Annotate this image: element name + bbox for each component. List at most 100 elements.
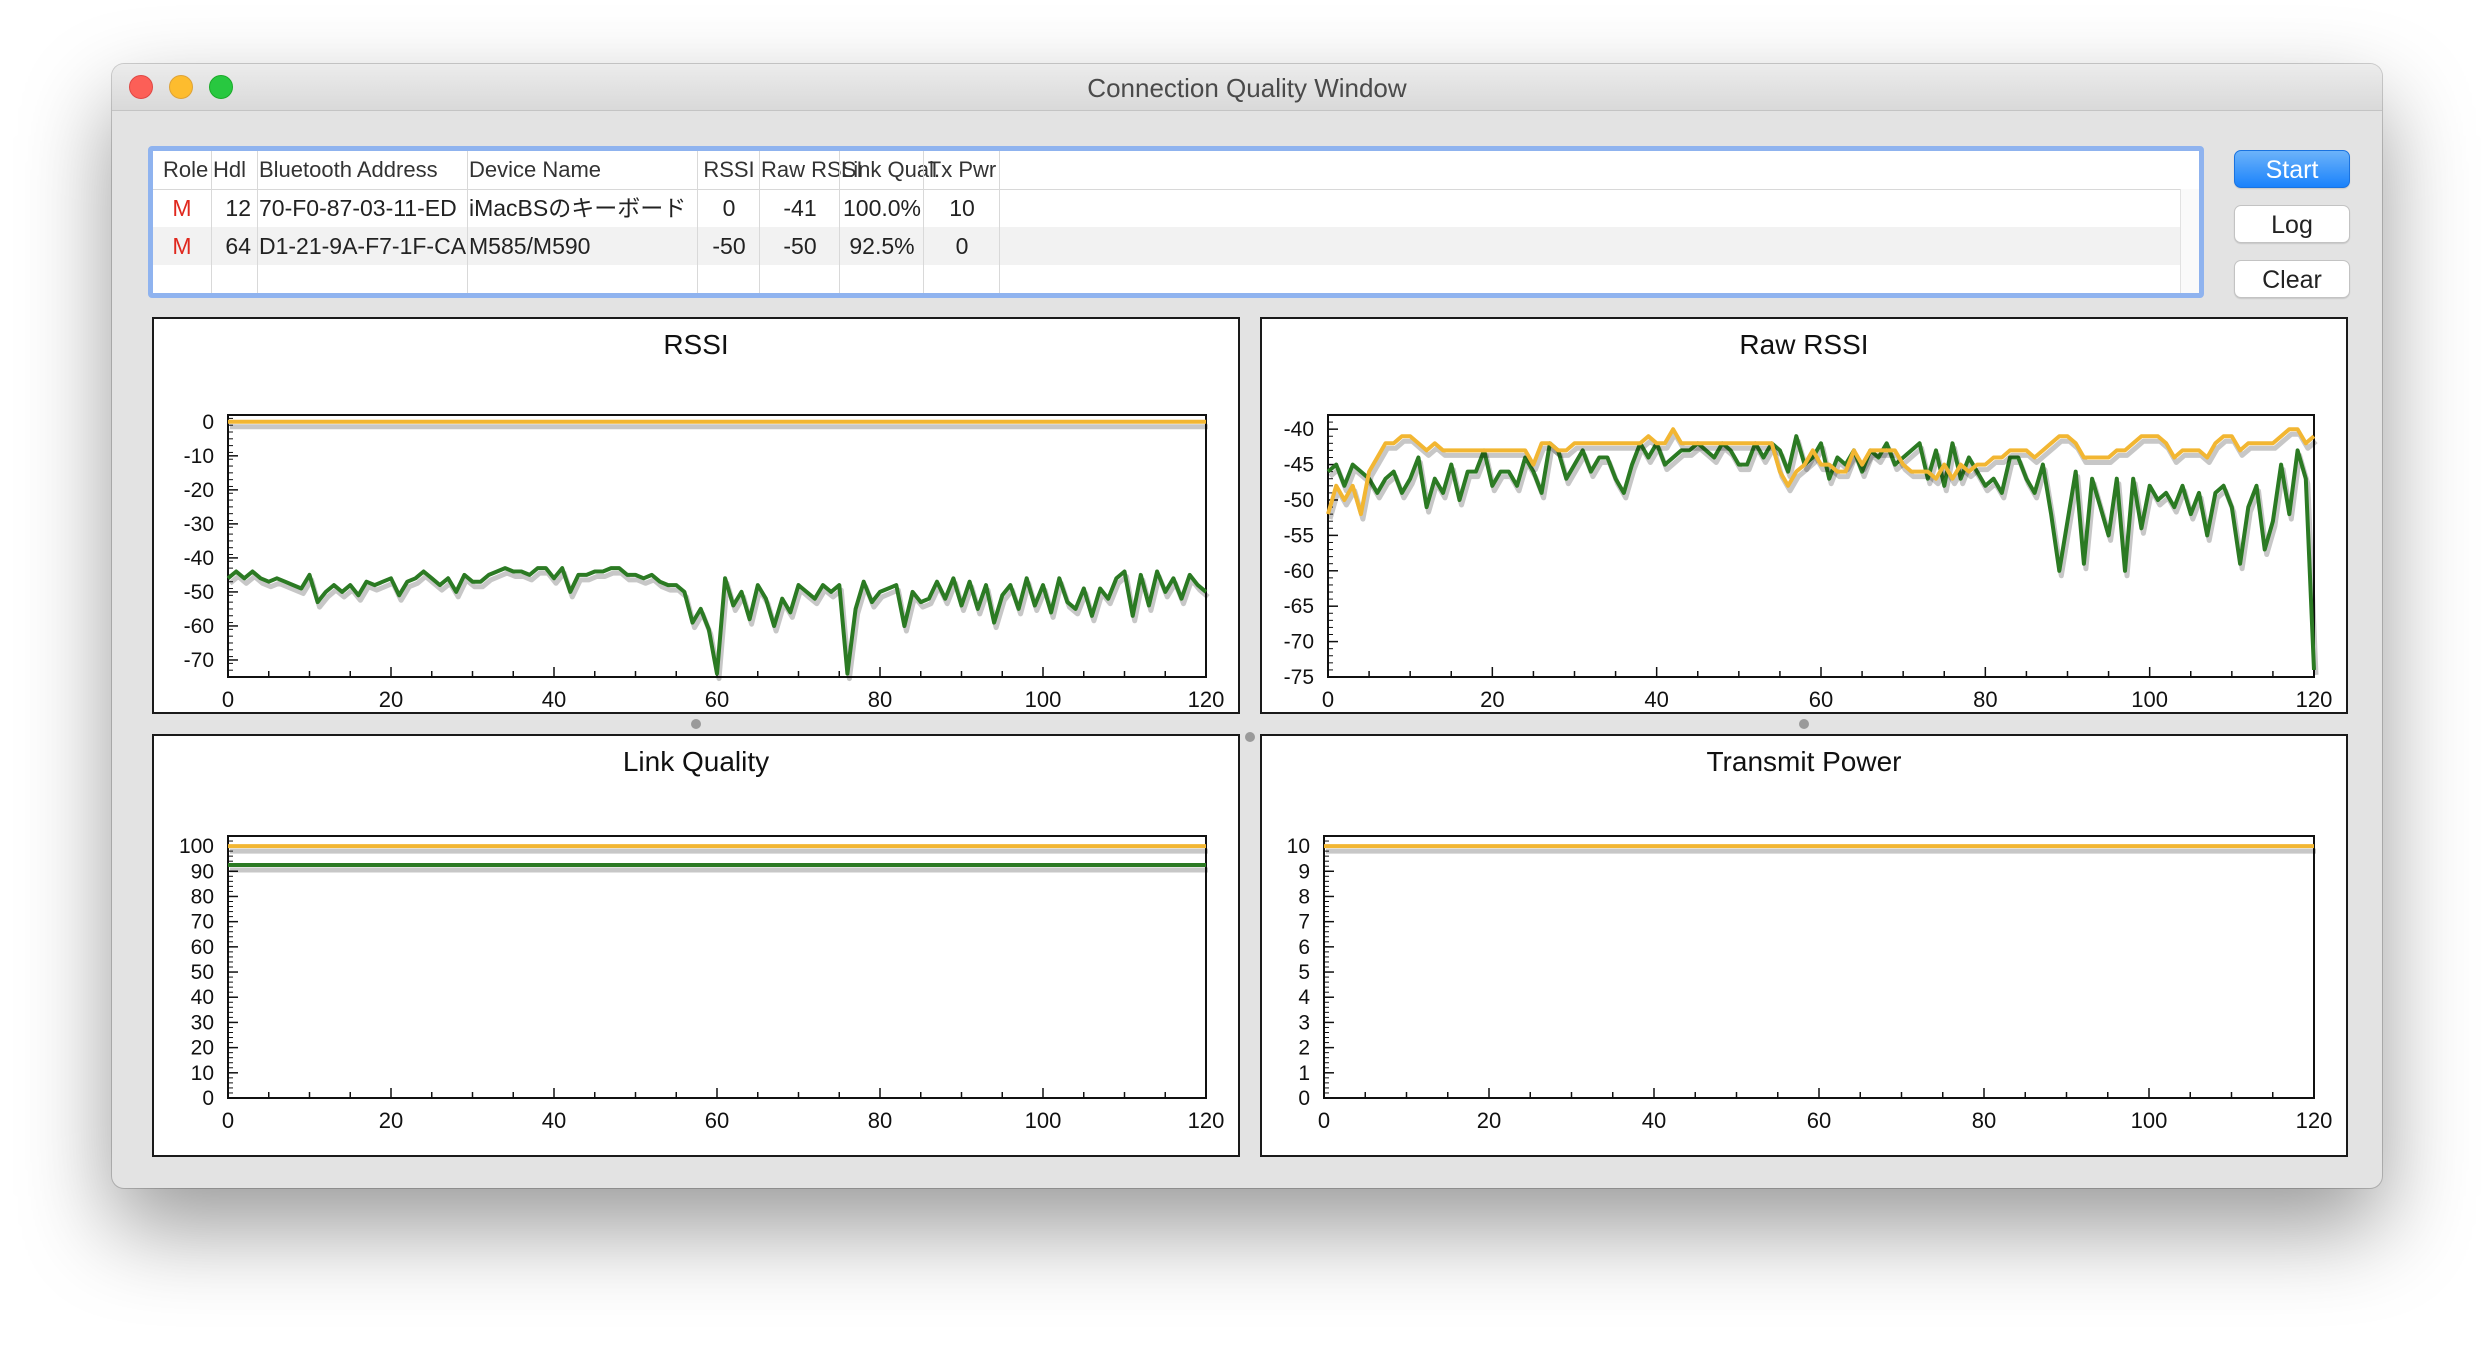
column-header-hdl[interactable]: Hdl: [213, 151, 246, 189]
rssi-cell: 0: [722, 195, 736, 221]
y-tick-label: -30: [184, 513, 214, 536]
x-tick-label: 100: [1025, 1108, 1062, 1133]
x-tick-label: 0: [1318, 1108, 1330, 1133]
column-header-bluetooth-address[interactable]: Bluetooth Address: [259, 151, 438, 189]
y-tick-label: 50: [191, 961, 214, 984]
x-tick-label: 100: [2131, 1108, 2168, 1133]
split-view-handle[interactable]: [1245, 732, 1255, 742]
raw-rssi-chart: 0 20 40 60 80 100 120 -40 -45 -50 -55 -60 -65 -70 -75: [1284, 414, 2333, 712]
handle-cell: 64: [225, 233, 251, 259]
transmit-power-chart-panel: Transmit Power 0 20 40 60 80 100 120 10 9 8 7 6 5 4 3 2…: [1260, 734, 2348, 1157]
column-header-raw-rssi[interactable]: Raw RSSI: [761, 151, 862, 189]
y-tick-label: -65: [1284, 595, 1314, 618]
y-tick-label: -55: [1284, 524, 1314, 547]
x-tick-label: 0: [1322, 687, 1334, 712]
y-tick-label: 100: [179, 835, 214, 858]
split-view-handle[interactable]: [691, 719, 701, 729]
column-divider: [697, 151, 698, 293]
raw-rssi-chart-panel: Raw RSSI 0 20 40 60 80 100 120 -40 -45 -50 -55 -60-…: [1260, 317, 2348, 714]
y-tick-label: 0: [202, 411, 214, 434]
y-tick-label: 60: [191, 936, 214, 959]
x-tick-label: 60: [1807, 1108, 1831, 1133]
x-tick-label: 20: [1477, 1108, 1501, 1133]
rssi-chart: 0 20 40 60 80 100 120 0 -10 -20 -30 -40 -50 -60 -70: [184, 411, 1225, 712]
y-tick-label: 2: [1298, 1037, 1310, 1060]
table-scrollbar[interactable]: [2180, 189, 2199, 293]
column-header-link-quality[interactable]: Link Qual.: [841, 151, 940, 189]
y-tick-label: 10: [1287, 835, 1310, 858]
y-tick-label: 10: [191, 1062, 214, 1085]
transmit-power-chart: 0 20 40 60 80 100 120109876543210: [1287, 835, 2332, 1133]
x-tick-label: 80: [868, 687, 892, 712]
x-tick-label: 120: [1188, 1108, 1225, 1133]
handle-cell: 12: [225, 195, 251, 221]
y-tick-label: -45: [1284, 454, 1314, 477]
column-header-role[interactable]: Role: [163, 151, 208, 189]
log-button[interactable]: Log: [2234, 205, 2350, 243]
y-tick-label: 7: [1298, 911, 1310, 934]
y-tick-label: -70: [1284, 631, 1314, 654]
x-tick-label: 20: [379, 1108, 403, 1133]
y-tick-label: 9: [1298, 860, 1310, 883]
y-tick-label: -20: [184, 479, 214, 502]
link-quality-cell: 92.5%: [849, 233, 915, 259]
x-tick-label: 120: [2296, 687, 2333, 712]
y-tick-label: 0: [1298, 1087, 1310, 1110]
x-tick-label: 40: [542, 687, 566, 712]
x-tick-label: 80: [1973, 687, 1997, 712]
device-name-cell: iMacBSのキーボード: [469, 195, 687, 221]
y-tick-label: 3: [1298, 1011, 1310, 1034]
y-tick-label: -50: [1284, 489, 1314, 512]
x-tick-label: 20: [379, 687, 403, 712]
y-tick-label: -50: [184, 581, 214, 604]
raw-rssi-cell: -41: [783, 195, 817, 221]
y-tick-label: 90: [191, 860, 214, 883]
window-title: Connection Quality Window: [1087, 73, 1407, 103]
y-tick-label: -40: [1284, 418, 1314, 441]
x-tick-label: 60: [705, 1108, 729, 1133]
x-tick-label: 60: [705, 687, 729, 712]
connection-quality-window: Connection Quality Window Role Hdl Bluet…: [112, 64, 2382, 1188]
column-header-rssi[interactable]: RSSI: [699, 151, 759, 189]
plot-area: [1323, 835, 2315, 1099]
table-row[interactable]: M 12 70-F0-87-03-11-ED iMacBSのキーボード 0 -4…: [153, 189, 2199, 227]
y-tick-label: 20: [191, 1037, 214, 1060]
y-tick-label: 30: [191, 1011, 214, 1034]
role-cell: M: [172, 195, 192, 221]
y-tick-label: 0: [202, 1087, 214, 1110]
y-tick-label: 70: [191, 911, 214, 934]
address-cell: D1-21-9A-F7-1F-CA: [259, 233, 467, 259]
column-header-device-name[interactable]: Device Name: [469, 151, 601, 189]
y-tick-label: -60: [184, 615, 214, 638]
split-view-handle[interactable]: [1799, 719, 1809, 729]
rssi-chart-panel: RSSI 0 20 40 60 80 100 120 0 -10 -20 -30 -40 -50 -60-…: [152, 317, 1240, 714]
y-tick-label: -75: [1284, 666, 1314, 689]
x-tick-label: 100: [1025, 687, 1062, 712]
y-tick-label: 6: [1298, 936, 1310, 959]
column-divider: [759, 151, 760, 293]
start-button[interactable]: Start: [2234, 150, 2350, 188]
y-tick-label: 4: [1298, 986, 1310, 1009]
table-row[interactable]: M 64 D1-21-9A-F7-1F-CA M585/M590 -50 -50…: [153, 227, 2199, 265]
y-tick-label: 80: [191, 885, 214, 908]
x-tick-label: 0: [222, 1108, 234, 1133]
y-tick-label: 40: [191, 986, 214, 1009]
tx-power-cell: 10: [949, 195, 975, 221]
x-tick-label: 0: [222, 687, 234, 712]
column-divider: [257, 151, 258, 293]
column-divider: [211, 151, 212, 293]
column-divider: [999, 151, 1000, 293]
y-tick-label: 1: [1298, 1062, 1310, 1085]
link-quality-chart-panel: Link Quality 0 20 40 60 80 100 120 100 90 80 70 60 5…: [152, 734, 1240, 1157]
column-divider: [923, 151, 924, 293]
y-tick-label: -60: [1284, 560, 1314, 583]
connections-table[interactable]: Role Hdl Bluetooth Address Device Name R…: [148, 146, 2204, 298]
rssi-cell: -50: [712, 233, 746, 259]
clear-button[interactable]: Clear: [2234, 260, 2350, 298]
x-tick-label: 40: [1642, 1108, 1666, 1133]
link-quality-cell: 100.0%: [842, 195, 921, 221]
raw-rssi-cell: -50: [783, 233, 817, 259]
y-tick-label: -40: [184, 547, 214, 570]
table-header: Role Hdl Bluetooth Address Device Name R…: [153, 151, 2199, 190]
column-header-tx-power[interactable]: Tx Pwr: [925, 151, 999, 189]
